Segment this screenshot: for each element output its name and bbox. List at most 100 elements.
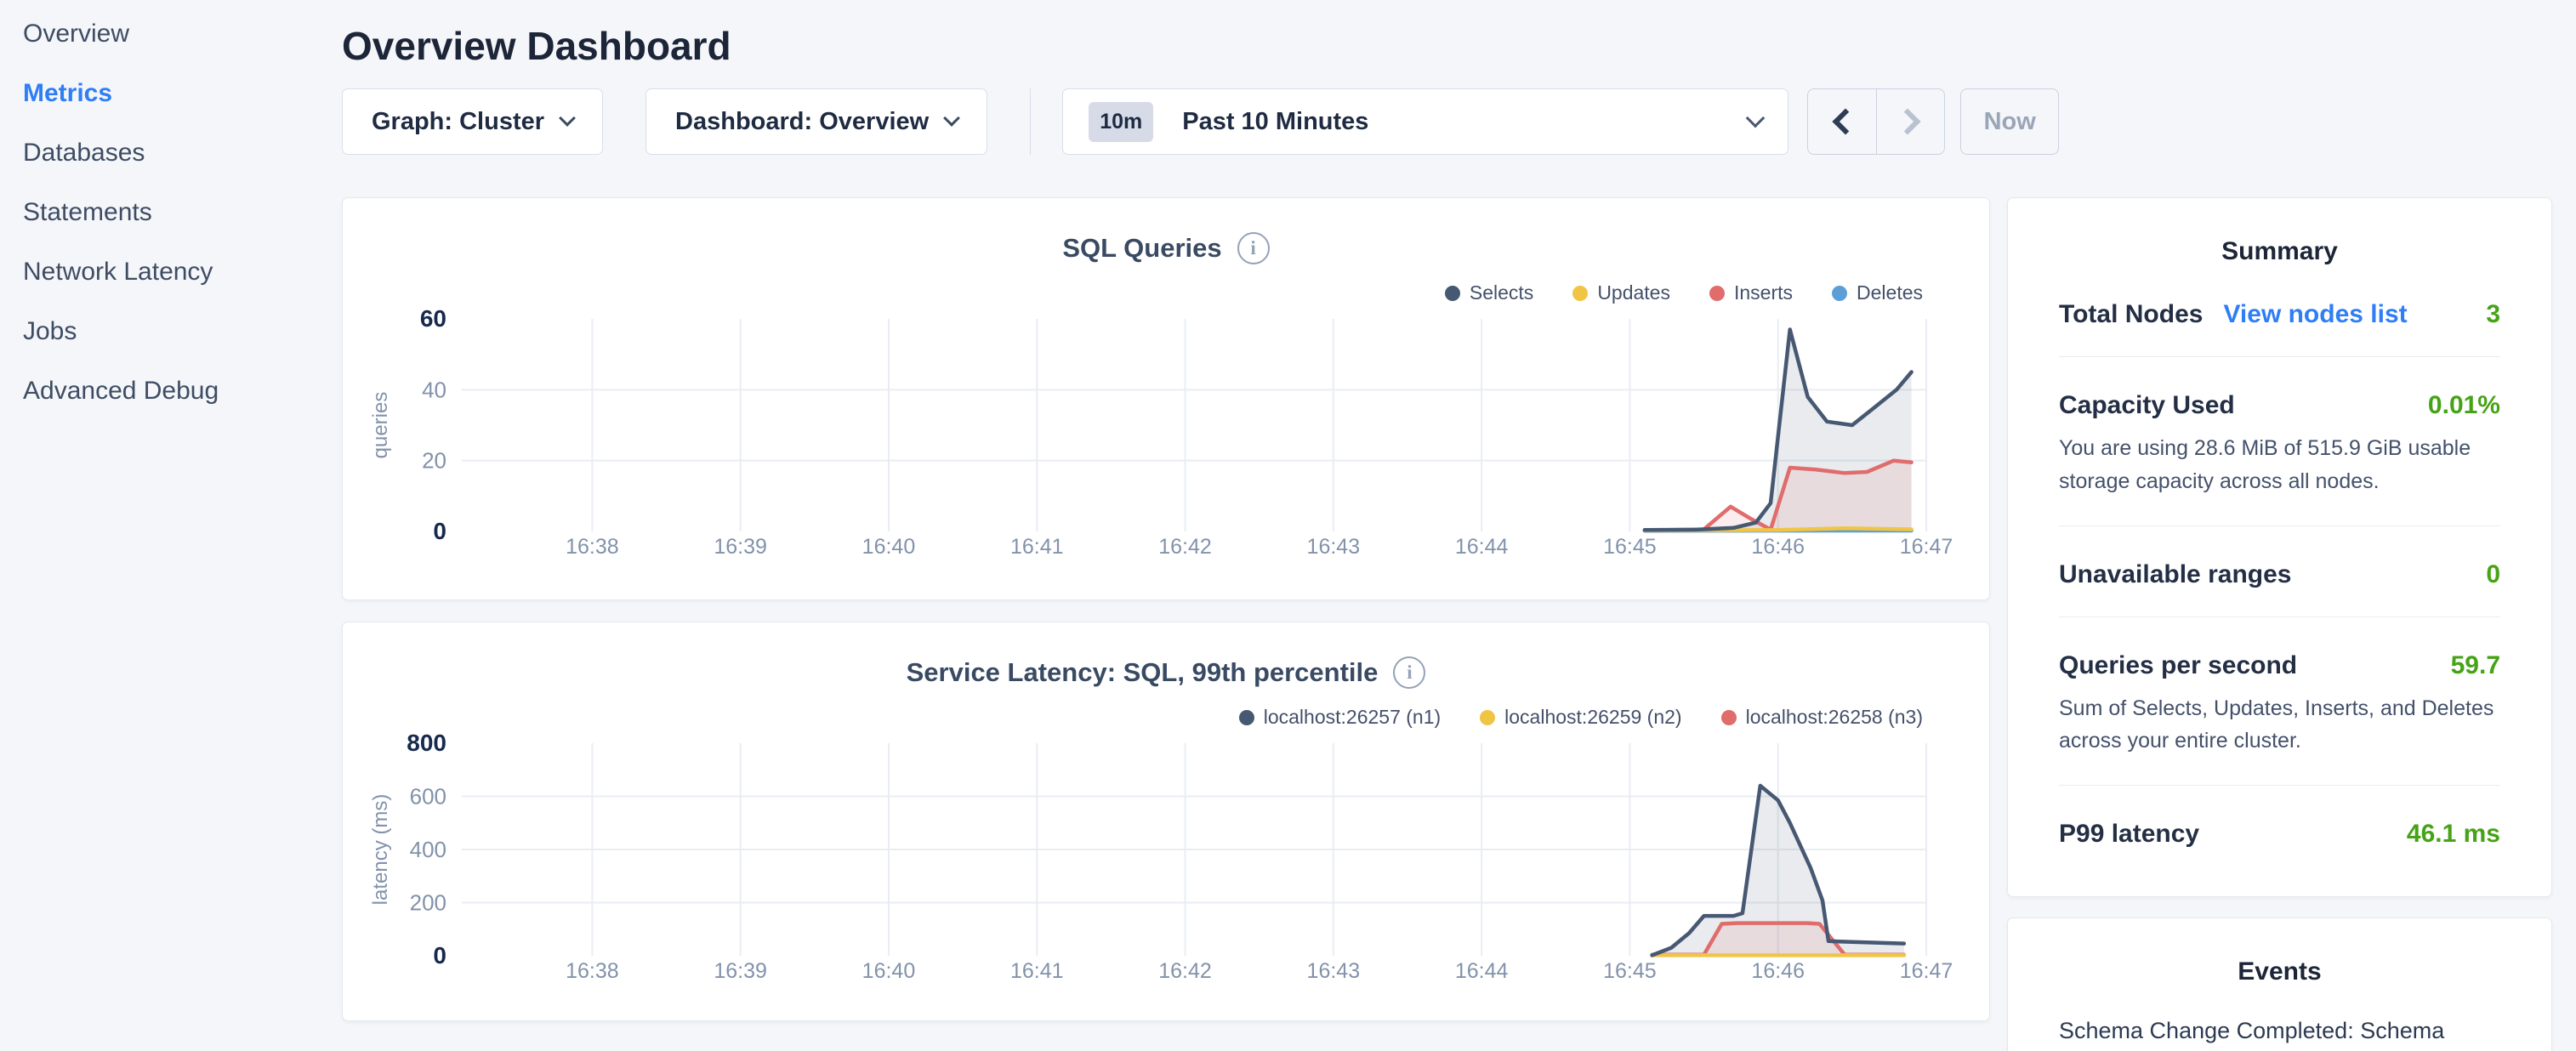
summary-value: 0.01%	[2428, 391, 2500, 420]
x-tick-label: 16:41	[1010, 535, 1064, 559]
x-tick-label: 16:46	[1751, 959, 1805, 983]
x-tick-label: 16:42	[1158, 535, 1212, 559]
now-button[interactable]: Now	[1960, 88, 2059, 155]
x-tick-label: 16:44	[1455, 535, 1509, 559]
x-tick-label: 16:38	[566, 535, 619, 559]
dashboard-dropdown-label: Dashboard: Overview	[675, 108, 929, 136]
graph-dropdown-label: Graph: Cluster	[372, 108, 544, 136]
chevron-right-icon	[1894, 108, 1920, 134]
sidebar-item-statements[interactable]: Statements	[23, 197, 342, 228]
legend-item: Inserts	[1709, 281, 1793, 304]
summary-row-unavailable-ranges: Unavailable ranges 0	[2059, 560, 2500, 589]
time-range-badge: 10m	[1089, 102, 1153, 142]
y-tick-label: 200	[410, 890, 446, 916]
y-axis-title: latency (ms)	[369, 794, 392, 906]
y-tick-label: 600	[410, 784, 446, 810]
y-tick-label: 40	[422, 377, 446, 402]
x-tick-label: 16:39	[714, 959, 767, 983]
legend-label: localhost:26259 (n2)	[1504, 706, 1681, 729]
y-tick-label: 20	[422, 448, 446, 474]
sidebar-item-overview[interactable]: Overview	[23, 19, 342, 49]
legend-dot-icon	[1832, 286, 1847, 301]
chevron-down-icon	[1746, 109, 1766, 128]
summary-row-total-nodes: Total Nodes View nodes list 3	[2059, 300, 2500, 329]
summary-title: Summary	[2059, 198, 2500, 266]
chevron-left-icon	[1833, 108, 1859, 134]
legend-label: localhost:26258 (n3)	[1746, 706, 1923, 729]
events-title: Events	[2059, 918, 2500, 986]
legend-dot-icon	[1480, 710, 1495, 725]
sidebar-item-advanced-debug[interactable]: Advanced Debug	[23, 376, 342, 406]
summary-label: Total Nodes	[2059, 300, 2203, 329]
legend-dot-icon	[1709, 286, 1725, 301]
summary-value: 0	[2486, 560, 2500, 589]
summary-row-queries-per-second: Queries per second 59.7	[2059, 651, 2500, 680]
toolbar: Graph: Cluster Dashboard: Overview 10m P…	[342, 88, 2576, 155]
main-area: Overview Dashboard Graph: Cluster Dashbo…	[342, 0, 2576, 1051]
sidebar: Overview Metrics Databases Statements Ne…	[0, 0, 342, 435]
content: SQL Queries i Selects Updates Inserts Delet…	[342, 197, 2576, 1051]
toolbar-divider	[1030, 88, 1031, 155]
sidebar-item-databases[interactable]: Databases	[23, 138, 342, 168]
x-tick-label: 16:40	[862, 959, 916, 983]
legend-item: localhost:26257 (n1)	[1239, 706, 1441, 729]
chart-plot-sql-queries[interactable]: 16:3816:3916:4016:4116:4216:4316:4416:45…	[343, 302, 1991, 565]
legend-item: Updates	[1572, 281, 1670, 304]
chart-card-sql-queries: SQL Queries i Selects Updates Inserts Delet…	[342, 197, 1990, 600]
legend-dot-icon	[1721, 710, 1737, 725]
x-tick-label: 16:42	[1158, 959, 1212, 983]
sidebar-item-metrics[interactable]: Metrics	[23, 78, 342, 109]
chart-plot-service-latency[interactable]: 16:3816:3916:4016:4116:4216:4316:4416:45…	[343, 726, 1991, 990]
chart-card-service-latency: Service Latency: SQL, 99th percentile i …	[342, 622, 1990, 1021]
summary-description: You are using 28.6 MiB of 515.9 GiB usab…	[2059, 432, 2500, 498]
chart-legend: Selects Updates Inserts Deletes	[1445, 281, 1923, 304]
chart-title: Service Latency: SQL, 99th percentile	[907, 657, 1379, 688]
summary-label: P99 latency	[2059, 820, 2199, 849]
info-icon[interactable]: i	[1237, 232, 1270, 264]
legend-label: Deletes	[1857, 281, 1923, 304]
summary-label: Queries per second	[2059, 651, 2297, 680]
chart-legend: localhost:26257 (n1) localhost:26259 (n2)…	[1239, 706, 1923, 729]
dashboard-dropdown[interactable]: Dashboard: Overview	[645, 88, 987, 155]
chart-title: SQL Queries	[1062, 233, 1221, 264]
x-tick-label: 16:43	[1307, 959, 1361, 983]
legend-dot-icon	[1445, 286, 1460, 301]
y-tick-label: 60	[420, 305, 446, 332]
time-back-button[interactable]	[1808, 89, 1876, 154]
summary-description: Sum of Selects, Updates, Inserts, and De…	[2059, 692, 2500, 758]
graph-dropdown[interactable]: Graph: Cluster	[342, 88, 603, 155]
x-tick-label: 16:39	[714, 535, 767, 559]
right-column: Summary Total Nodes View nodes list 3 Ca…	[2007, 197, 2552, 1051]
time-range-selector[interactable]: 10m Past 10 Minutes	[1062, 88, 1788, 155]
info-icon[interactable]: i	[1393, 656, 1425, 689]
legend-label: Selects	[1470, 281, 1533, 304]
legend-label: Updates	[1597, 281, 1670, 304]
time-range-label: Past 10 Minutes	[1182, 108, 1368, 136]
event-item-text[interactable]: Schema Change Completed: Schema change w…	[2059, 1014, 2500, 1051]
x-tick-label: 16:44	[1455, 959, 1509, 983]
x-tick-label: 16:40	[862, 535, 916, 559]
divider	[2059, 785, 2500, 786]
summary-row-capacity-used: Capacity Used 0.01%	[2059, 391, 2500, 420]
summary-value: 59.7	[2451, 651, 2500, 680]
sidebar-item-jobs[interactable]: Jobs	[23, 316, 342, 347]
x-tick-label: 16:41	[1010, 959, 1064, 983]
x-tick-label: 16:38	[566, 959, 619, 983]
sidebar-item-network-latency[interactable]: Network Latency	[23, 257, 342, 287]
events-panel: Events Schema Change Completed: Schema c…	[2007, 917, 2552, 1051]
x-tick-label: 16:43	[1307, 535, 1361, 559]
app-root: Overview Metrics Databases Statements Ne…	[0, 0, 2576, 1051]
legend-item: Selects	[1445, 281, 1533, 304]
legend-item: Deletes	[1832, 281, 1923, 304]
y-tick-label: 400	[410, 837, 446, 862]
time-forward-button[interactable]	[1876, 89, 1944, 154]
time-pager	[1807, 88, 1945, 155]
y-tick-label: 0	[433, 518, 446, 544]
charts-column: SQL Queries i Selects Updates Inserts Delet…	[342, 197, 1990, 1021]
summary-value: 3	[2486, 300, 2500, 329]
summary-label: Unavailable ranges	[2059, 560, 2291, 589]
legend-item: localhost:26259 (n2)	[1480, 706, 1681, 729]
x-tick-label: 16:46	[1751, 535, 1805, 559]
view-nodes-list-link[interactable]: View nodes list	[2223, 300, 2407, 329]
chevron-down-icon	[943, 110, 960, 127]
